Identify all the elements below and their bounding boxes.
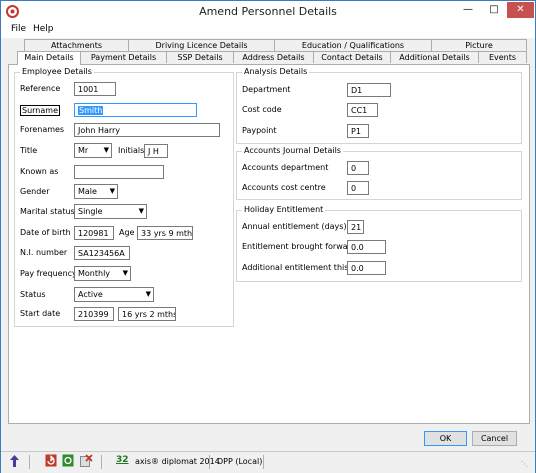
annual-entitlement-input[interactable]: 21 (347, 220, 364, 234)
department-label: Department (242, 85, 291, 94)
tab-events[interactable]: Events (478, 51, 527, 63)
reference-input[interactable]: 1001 (74, 82, 116, 96)
brought-forward-input[interactable]: 0.0 (347, 240, 386, 254)
known-as-label: Known as (20, 167, 59, 176)
maximize-button[interactable]: □ (481, 2, 507, 18)
paypoint-input[interactable]: P1 (347, 124, 369, 138)
gender-value: Male (78, 187, 97, 196)
status-dropdown[interactable]: Active ▼ (74, 287, 154, 302)
title-label: Title (20, 146, 38, 155)
holiday-entitlement-label: Holiday Entitlement (242, 205, 326, 214)
status-bar: 32 axis® diplomat 2014 DPP (Local) ⋱ (1, 451, 535, 473)
ni-number-input[interactable]: SA123456A (74, 246, 130, 260)
age-display: 33 yrs 9 mths (137, 226, 193, 240)
tab-driving-licence[interactable]: Driving Licence Details (128, 39, 275, 51)
analysis-details-group: Analysis Details Department D1 Cost code… (236, 67, 522, 144)
minimize-button[interactable]: — (455, 2, 481, 18)
known-as-input[interactable] (74, 165, 164, 179)
accounts-cost-centre-input[interactable]: 0 (347, 181, 369, 195)
client-area: Attachments Driving Licence Details Educ… (1, 38, 535, 451)
close-button[interactable]: ✕ (507, 2, 534, 18)
title-dropdown[interactable]: Mr ▼ (74, 143, 112, 158)
main-details-panel: Employee Details Reference 1001 Surname … (8, 64, 530, 424)
reference-label: Reference (20, 84, 61, 93)
tab-payment-details[interactable]: Payment Details (80, 51, 167, 63)
upload-icon[interactable] (9, 454, 20, 470)
resize-grip-icon[interactable]: ⋱ (521, 460, 528, 468)
version-number: 32 (116, 455, 129, 465)
accounts-journal-label: Accounts Journal Details (242, 146, 343, 155)
accounts-cost-centre-label: Accounts cost centre (242, 183, 326, 192)
marital-status-dropdown[interactable]: Single ▼ (74, 204, 147, 219)
marital-status-value: Single (78, 207, 103, 216)
accounts-department-input[interactable]: 0 (347, 161, 369, 175)
tab-education[interactable]: Education / Qualifications (274, 39, 432, 51)
forenames-input[interactable]: John Harry (74, 123, 220, 137)
tab-contact-details[interactable]: Contact Details (313, 51, 391, 63)
refresh-icon[interactable] (45, 454, 57, 469)
ok-button[interactable]: OK (424, 431, 467, 446)
tab-ssp-details[interactable]: SSP Details (166, 51, 234, 63)
pay-frequency-label: Pay frequency (20, 269, 77, 278)
marital-status-label: Marital status (20, 207, 75, 216)
start-date-input[interactable]: 210399 (74, 307, 114, 321)
surname-selected-text: Smith (78, 106, 104, 115)
paypoint-label: Paypoint (242, 126, 277, 135)
holiday-entitlement-group: Holiday Entitlement Annual entitlement (… (236, 205, 522, 282)
cost-code-input[interactable]: CC1 (347, 103, 378, 117)
initials-input[interactable]: J H (144, 144, 168, 158)
cost-code-label: Cost code (242, 105, 282, 114)
additional-entitlement-input[interactable]: 0.0 (347, 261, 386, 275)
analysis-details-label: Analysis Details (242, 67, 310, 76)
brought-forward-label: Entitlement brought forward (242, 242, 356, 251)
tab-attachments[interactable]: Attachments (24, 39, 129, 51)
chevron-down-icon: ▼ (103, 146, 109, 154)
annual-entitlement-label: Annual entitlement (days) (242, 222, 347, 231)
accounts-journal-group: Accounts Journal Details Accounts depart… (236, 146, 522, 200)
chevron-down-icon: ▼ (145, 290, 151, 298)
employee-details-group: Employee Details Reference 1001 Surname … (14, 67, 234, 327)
accounts-department-label: Accounts department (242, 163, 329, 172)
database-name: DPP (Local) (217, 457, 263, 466)
forenames-label: Forenames (20, 125, 65, 134)
tab-main-details[interactable]: Main Details (17, 51, 81, 65)
cancel-process-icon[interactable] (80, 454, 93, 469)
service-length-display: 16 yrs 2 mths (118, 307, 176, 321)
tab-additional-details[interactable]: Additional Details (390, 51, 479, 63)
gender-label: Gender (20, 187, 50, 196)
chevron-down-icon: ▼ (122, 269, 128, 277)
product-name: axis® diplomat 2014 (135, 457, 220, 466)
tab-picture[interactable]: Picture (431, 39, 527, 51)
chevron-down-icon: ▼ (109, 187, 115, 195)
ni-number-label: N.I. number (20, 248, 68, 257)
initials-label: Initials (118, 146, 145, 155)
status-value: Active (78, 290, 103, 299)
dob-input[interactable]: 120981 (74, 226, 114, 240)
chevron-down-icon: ▼ (138, 207, 144, 215)
dob-label: Date of birth (20, 228, 71, 237)
menu-help[interactable]: Help (33, 24, 54, 34)
title-bar: Amend Personnel Details — □ ✕ (1, 1, 535, 22)
cancel-button[interactable]: Cancel (472, 431, 517, 446)
tab-address-details[interactable]: Address Details (233, 51, 314, 63)
employee-details-label: Employee Details (20, 67, 94, 76)
surname-input[interactable]: Smith (74, 103, 197, 117)
menu-bar: File Help (1, 22, 535, 38)
sync-icon[interactable] (62, 454, 74, 469)
age-label: Age (119, 228, 135, 237)
window: Amend Personnel Details — □ ✕ File Help … (0, 0, 536, 473)
menu-file[interactable]: File (11, 24, 26, 34)
gender-dropdown[interactable]: Male ▼ (74, 184, 118, 199)
pay-frequency-dropdown[interactable]: Monthly ▼ (74, 266, 131, 281)
surname-label: Surname (20, 105, 60, 116)
status-label: Status (20, 290, 46, 299)
title-value: Mr (78, 146, 89, 155)
start-date-label: Start date (20, 309, 61, 318)
department-input[interactable]: D1 (347, 83, 391, 97)
pay-frequency-value: Monthly (78, 269, 111, 278)
